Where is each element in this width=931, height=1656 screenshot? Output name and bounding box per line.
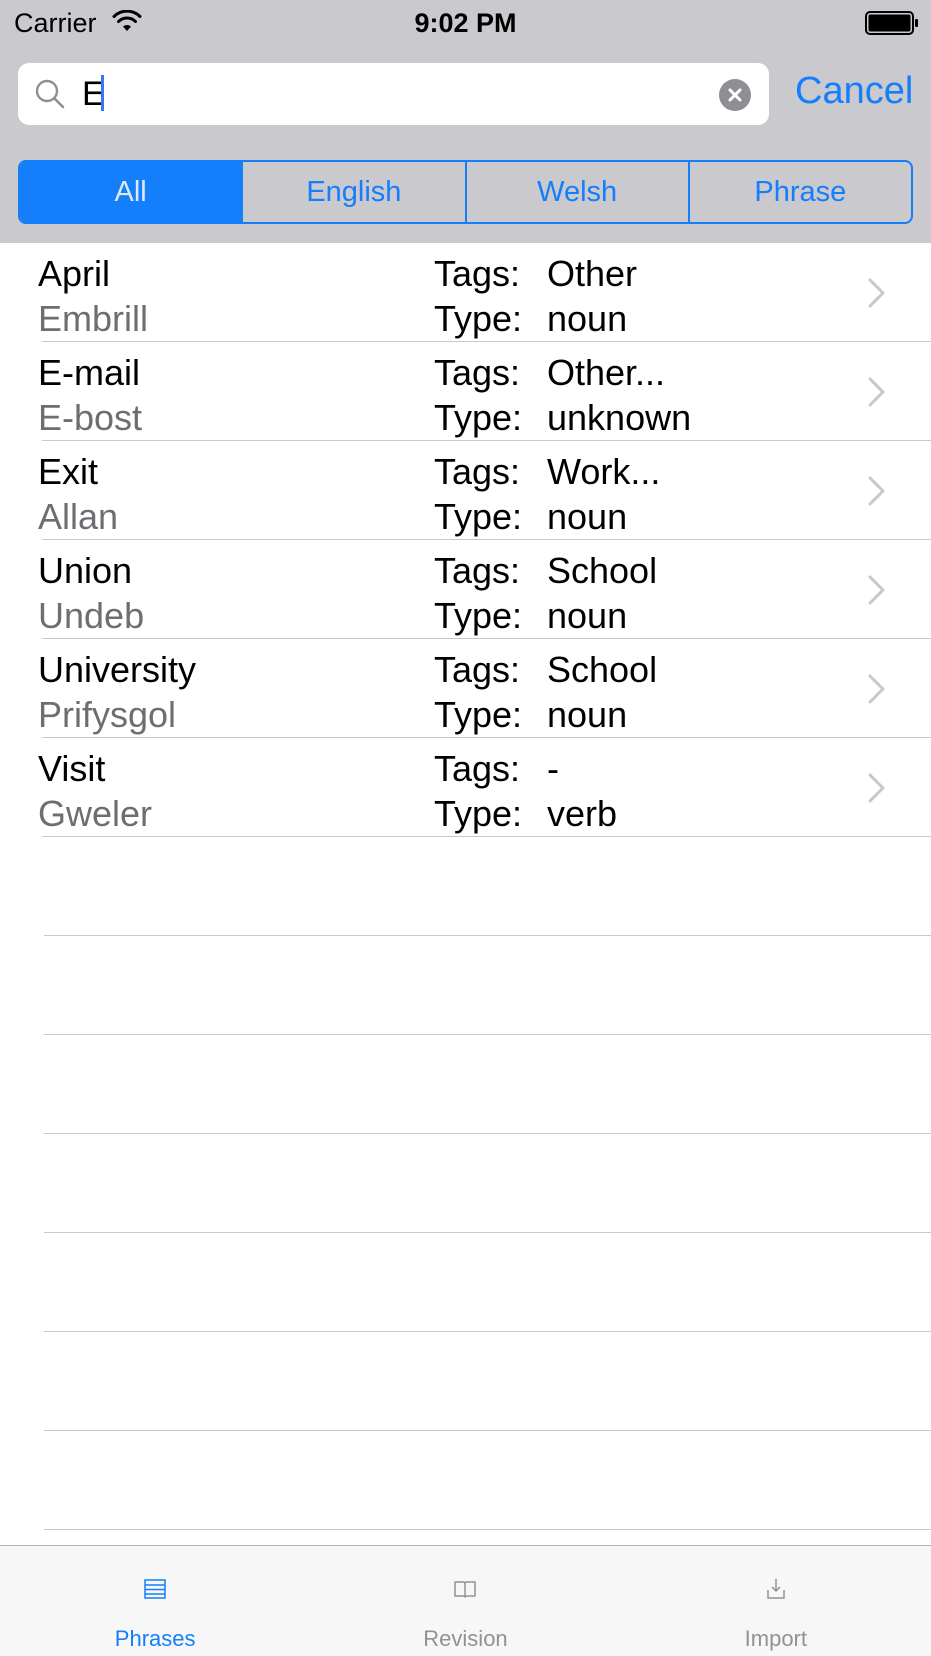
welsh-word: Embrill xyxy=(38,298,149,339)
english-word: E-mail xyxy=(38,352,141,393)
english-word: Exit xyxy=(38,451,99,492)
tags-label: Tags: xyxy=(434,748,521,789)
clear-search-button[interactable] xyxy=(719,79,751,111)
empty-row xyxy=(0,837,931,936)
tab-phrases[interactable]: Phrases xyxy=(0,1546,310,1656)
tags-value: Work... xyxy=(547,451,661,492)
tab-import[interactable]: Import xyxy=(621,1546,931,1656)
empty-row xyxy=(0,1233,931,1332)
tags-value: School xyxy=(547,649,658,690)
list-item[interactable]: Exit Allan Tags: Work... Type: noun xyxy=(0,441,931,540)
chevron-right-icon xyxy=(868,278,885,308)
tab-revision[interactable]: Revision xyxy=(310,1546,620,1656)
cancel-button[interactable]: Cancel xyxy=(795,70,913,113)
list-item[interactable]: E-mail E-bost Tags: Other... Type: unkno… xyxy=(0,342,931,441)
chevron-right-icon xyxy=(868,575,885,605)
type-value: noun xyxy=(547,496,628,537)
welsh-word: Gweler xyxy=(38,793,153,834)
list-item[interactable]: University Prifysgol Tags: School Type: … xyxy=(0,639,931,738)
type-value: noun xyxy=(547,298,628,339)
type-value: noun xyxy=(547,595,628,636)
type-label: Type: xyxy=(434,496,523,537)
phrase-list: April Embrill Tags: Other Type: noun E-m… xyxy=(0,243,931,1530)
type-value: noun xyxy=(547,694,628,735)
segment-english[interactable]: English xyxy=(241,162,464,222)
list-item[interactable]: Union Undeb Tags: School Type: noun xyxy=(0,540,931,639)
tab-label: Phrases xyxy=(114,1626,196,1651)
welsh-word: E-bost xyxy=(38,397,143,438)
type-label: Type: xyxy=(434,694,523,735)
search-field[interactable]: E xyxy=(18,63,769,125)
tags-label: Tags: xyxy=(434,451,521,492)
row-separator xyxy=(44,1529,931,1530)
scope-segmented-control: All English Welsh Phrase xyxy=(18,160,913,224)
tags-value: Other xyxy=(547,253,638,294)
english-word: April xyxy=(38,253,111,294)
tags-label: Tags: xyxy=(434,352,521,393)
chevron-right-icon xyxy=(868,773,885,803)
chevron-right-icon xyxy=(868,377,885,407)
english-word: Union xyxy=(38,550,133,591)
tags-label: Tags: xyxy=(434,253,521,294)
welsh-word: Undeb xyxy=(38,595,145,636)
list-icon xyxy=(144,1579,166,1599)
chevron-right-icon xyxy=(868,674,885,704)
english-word: University xyxy=(38,649,197,690)
segment-welsh[interactable]: Welsh xyxy=(464,162,688,222)
type-label: Type: xyxy=(434,298,523,339)
tab-label: Import xyxy=(744,1626,807,1651)
welsh-word: Prifysgol xyxy=(38,694,177,735)
type-label: Type: xyxy=(434,397,523,438)
search-input[interactable]: E xyxy=(82,73,105,115)
tags-label: Tags: xyxy=(434,649,521,690)
tags-value: School xyxy=(547,550,658,591)
tab-bar: Phrases Revision Import xyxy=(0,1545,931,1656)
empty-row xyxy=(0,1035,931,1134)
segment-phrase[interactable]: Phrase xyxy=(687,162,911,222)
status-bar: Carrier 9:02 PM xyxy=(0,0,931,46)
type-label: Type: xyxy=(434,793,523,834)
search-header: Carrier 9:02 PM E Cancel All English Wel… xyxy=(0,0,931,243)
battery-icon xyxy=(865,11,918,35)
tags-value: - xyxy=(547,748,559,789)
tab-label: Revision xyxy=(423,1626,508,1651)
search-icon xyxy=(35,79,65,109)
type-value: verb xyxy=(547,793,618,834)
english-word: Visit xyxy=(38,748,106,789)
segment-all[interactable]: All xyxy=(20,162,242,222)
type-value: unknown xyxy=(547,397,692,438)
tags-label: Tags: xyxy=(434,550,521,591)
empty-row xyxy=(0,936,931,1035)
chevron-right-icon xyxy=(868,476,885,506)
text-caret xyxy=(100,75,104,112)
empty-row xyxy=(0,1431,931,1530)
status-time: 9:02 PM xyxy=(414,8,517,38)
tags-value: Other... xyxy=(547,352,666,393)
clear-icon xyxy=(728,88,742,102)
list-item[interactable]: April Embrill Tags: Other Type: noun xyxy=(0,243,931,342)
import-icon xyxy=(767,1579,785,1599)
welsh-word: Allan xyxy=(38,496,119,537)
empty-row xyxy=(0,1332,931,1431)
empty-row xyxy=(0,1134,931,1233)
list-item[interactable]: Visit Gweler Tags: - Type: verb xyxy=(0,738,931,837)
book-icon xyxy=(454,1581,477,1598)
type-label: Type: xyxy=(434,595,523,636)
